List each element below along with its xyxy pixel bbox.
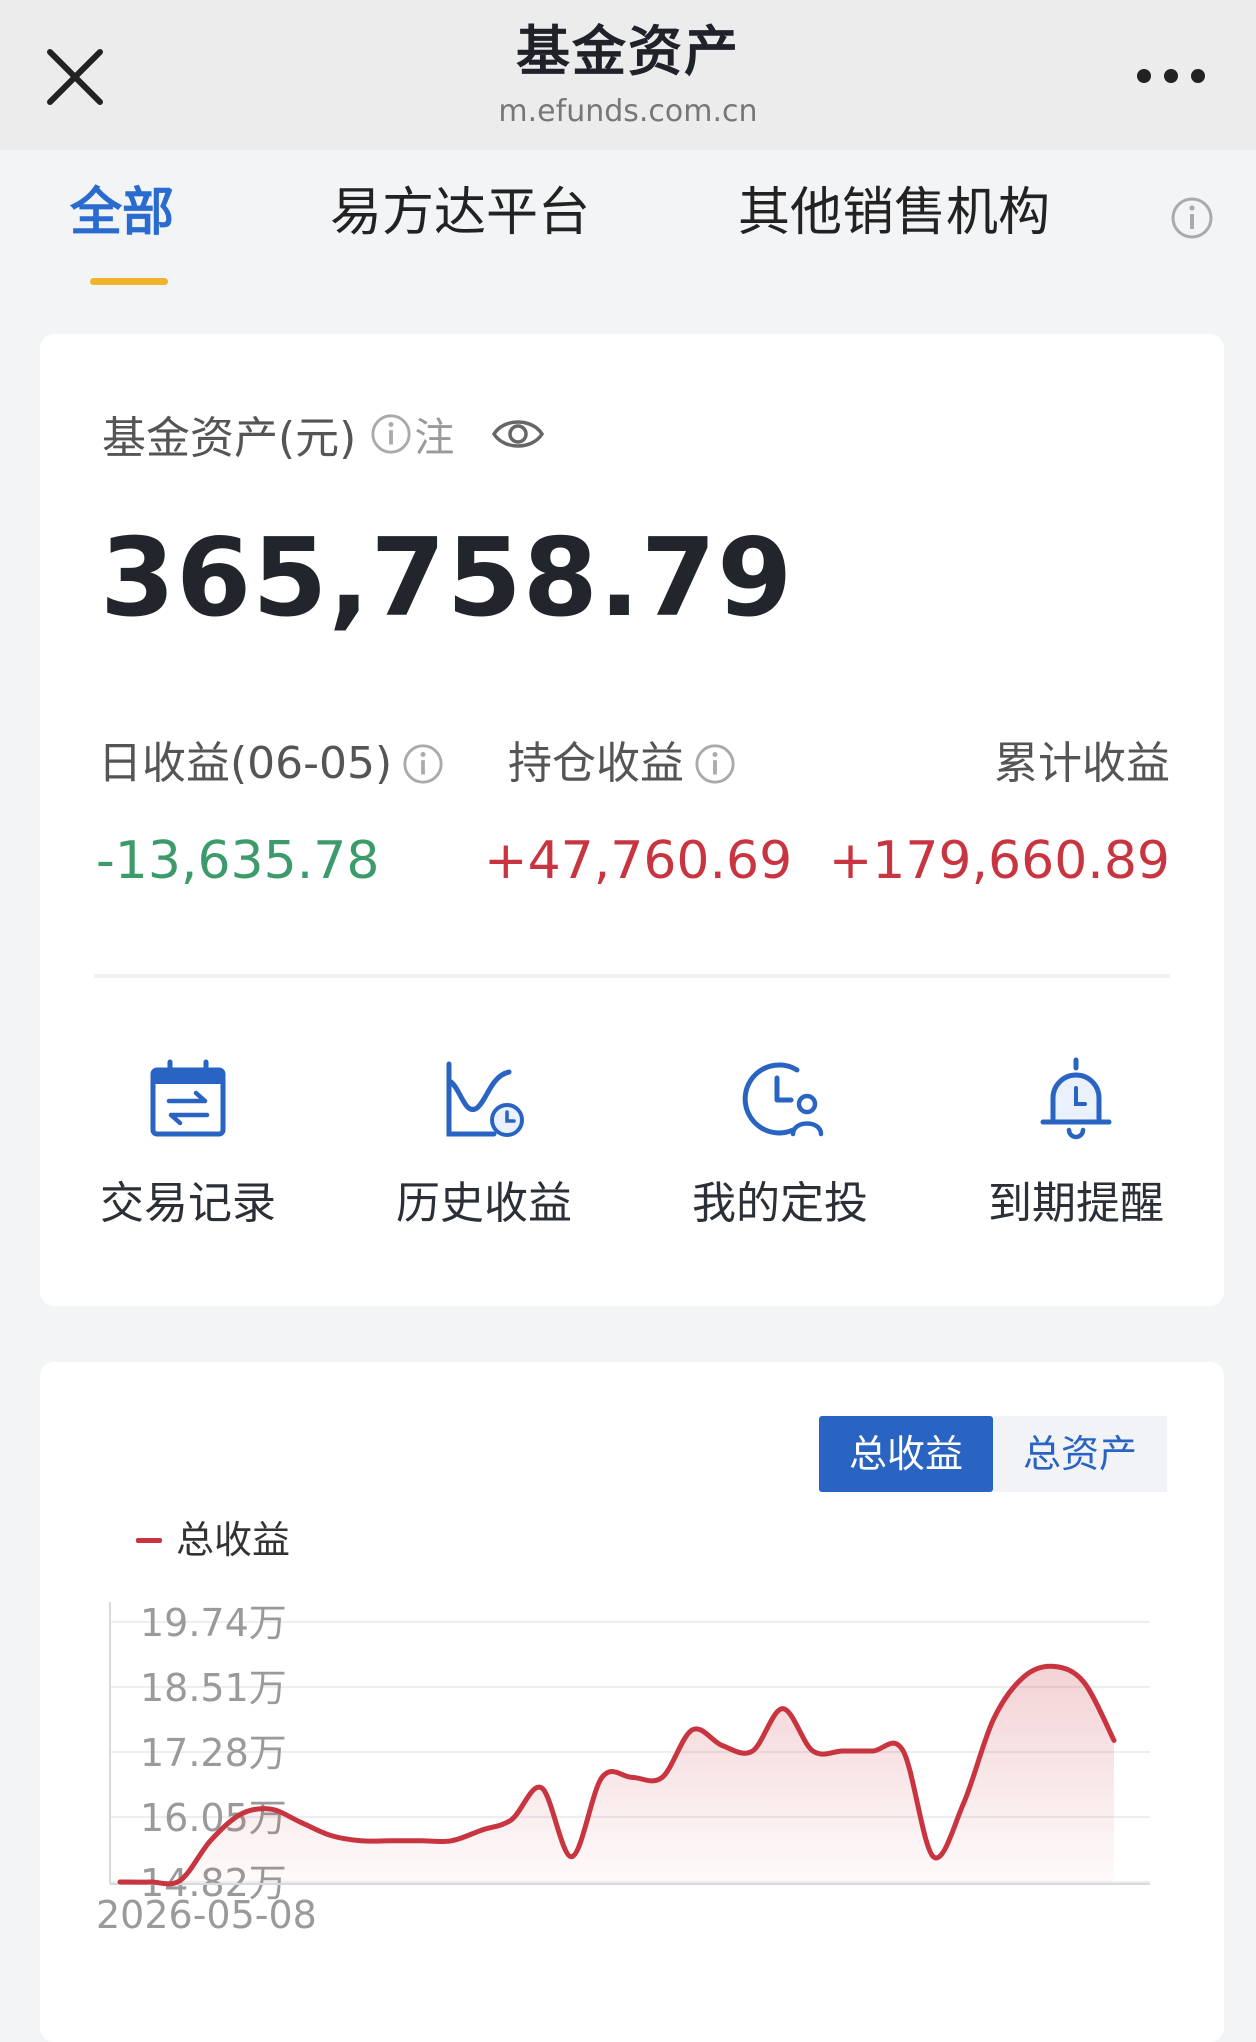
divider — [94, 974, 1170, 978]
shortcut-label: 交易记录 — [100, 1178, 276, 1229]
x-tick-label: 2026-05-08 — [96, 1893, 317, 1937]
asset-label: 基金资产(元) — [102, 413, 357, 464]
holding-return-label-text: 持仓收益 — [508, 738, 684, 789]
shortcut-historical-returns[interactable]: 历史收益 — [364, 1054, 604, 1244]
calendar-exchange-icon — [150, 1059, 226, 1137]
asset-note-button[interactable]: 注 — [370, 405, 454, 463]
tab-bar: 全部 易方达平台 其他销售机构 — [0, 150, 1256, 310]
asset-label-row: 基金资产(元) 注 — [102, 404, 546, 464]
info-icon[interactable] — [402, 743, 444, 785]
shortcut-label: 我的定投 — [692, 1178, 868, 1229]
info-icon — [1171, 197, 1213, 239]
holding-return-value: +47,760.69 — [484, 831, 793, 891]
bell-icon — [1040, 1057, 1112, 1140]
page-url: m.efunds.com.cn — [498, 94, 758, 129]
toggle-visibility-button[interactable] — [490, 406, 546, 462]
chart-clock-icon — [446, 1061, 524, 1137]
clock-user-icon — [742, 1062, 824, 1137]
tab-active-indicator — [90, 278, 168, 285]
returns-chart: 19.74万18.51万17.28万16.05万14.82万2026-05-08 — [96, 1601, 1150, 1937]
shortcut-transaction-records[interactable]: 交易记录 — [68, 1054, 308, 1244]
shortcut-my-auto-invest[interactable]: 我的定投 — [660, 1054, 900, 1244]
returns-chart-card: 总收益 总资产 总收益 19.74万18.51万17.28万16.05万14.8… — [40, 1362, 1224, 2042]
shortcut-maturity-reminder[interactable]: 到期提醒 — [956, 1054, 1196, 1244]
holding-return-label: 持仓收益 — [508, 734, 736, 794]
daily-return-label: 日收益(06-05) — [98, 734, 444, 794]
tab-other-institutions[interactable]: 其他销售机构 — [738, 178, 1050, 248]
daily-return-value: -13,635.78 — [96, 831, 380, 891]
asset-summary-card: 基金资产(元) 注 365,758.79 日收益(06-05) -13,635.… — [40, 334, 1224, 1306]
total-asset-value: 365,758.79 — [100, 516, 794, 641]
info-icon[interactable] — [694, 743, 736, 785]
title-block: 基金资产 m.efunds.com.cn — [0, 18, 1256, 132]
cumulative-return-label: 累计收益 — [994, 738, 1170, 789]
shortcut-label: 到期提醒 — [988, 1178, 1164, 1229]
y-tick-label: 18.51万 — [140, 1666, 287, 1710]
y-tick-label: 17.28万 — [140, 1731, 287, 1775]
cumulative-return-value: +179,660.89 — [828, 831, 1170, 891]
tab-efunds-platform[interactable]: 易方达平台 — [330, 178, 590, 248]
y-tick-label: 19.74万 — [140, 1601, 287, 1645]
tab-all[interactable]: 全部 — [70, 178, 174, 248]
eye-icon — [492, 420, 545, 448]
tabs-info-button[interactable] — [1170, 196, 1214, 240]
shortcut-label: 历史收益 — [396, 1178, 572, 1229]
top-bar: 基金资产 m.efunds.com.cn — [0, 0, 1256, 150]
page-title: 基金资产 — [516, 20, 740, 83]
more-icon — [1137, 69, 1205, 83]
info-icon — [371, 414, 411, 454]
more-button[interactable] — [1126, 46, 1216, 106]
note-label: 注 — [414, 415, 455, 461]
daily-return-label-text: 日收益(06-05) — [98, 738, 393, 789]
